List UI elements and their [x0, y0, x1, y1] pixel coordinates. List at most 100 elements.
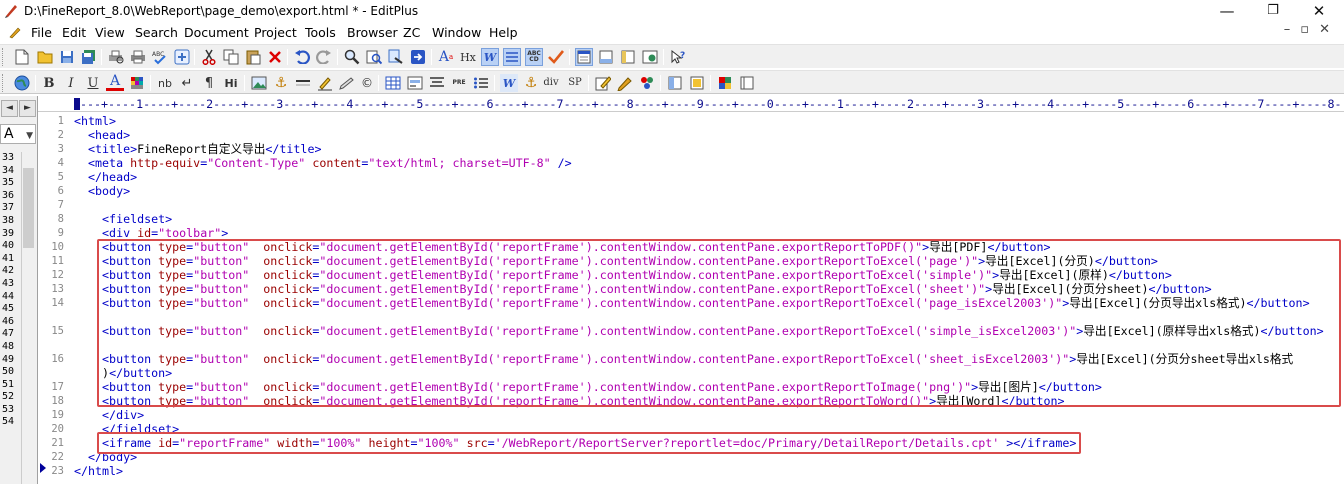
- code-line[interactable]: </div>: [74, 408, 144, 422]
- undo-icon[interactable]: [293, 48, 311, 66]
- code-line[interactable]: </head>: [74, 170, 137, 184]
- save-icon[interactable]: [58, 48, 76, 66]
- code-line[interactable]: <meta http-equiv="Content-Type" content=…: [74, 156, 572, 170]
- menu-help[interactable]: Help: [489, 25, 518, 40]
- html-toolbar-icon-c[interactable]: [716, 74, 734, 92]
- code-line[interactable]: <fieldset>: [74, 212, 172, 226]
- ruler-toggle-icon[interactable]: ABC CD: [525, 48, 543, 66]
- doc-minimize-button[interactable]: –: [1284, 22, 1301, 37]
- side-prev-button[interactable]: ◄: [1, 100, 18, 117]
- code-line[interactable]: <title>FineReport自定义导出</title>: [74, 142, 321, 156]
- html-toolbar-icon-a[interactable]: [666, 74, 684, 92]
- paste-icon[interactable]: [244, 48, 262, 66]
- list-item[interactable]: 47: [0, 328, 20, 341]
- redo-icon[interactable]: [315, 48, 333, 66]
- side-next-button[interactable]: ►: [19, 100, 36, 117]
- hex-viewer-icon[interactable]: Hx: [459, 48, 477, 66]
- font-color-icon[interactable]: A: [106, 74, 124, 91]
- list-item[interactable]: 53: [0, 404, 20, 417]
- list-item[interactable]: 35: [0, 177, 20, 190]
- list-item[interactable]: 46: [0, 316, 20, 329]
- toolbar-grip[interactable]: [2, 48, 5, 66]
- list-item[interactable]: 49: [0, 354, 20, 367]
- table-icon[interactable]: [384, 74, 402, 92]
- print-icon[interactable]: [129, 48, 147, 66]
- list-item[interactable]: 41: [0, 253, 20, 266]
- document-edit-icon[interactable]: [7, 25, 22, 40]
- list-item[interactable]: 43: [0, 278, 20, 291]
- menu-window[interactable]: Window: [432, 25, 481, 40]
- code-line[interactable]: <head>: [74, 128, 130, 142]
- cliptext-window-icon[interactable]: [619, 48, 637, 66]
- doc-restore-button[interactable]: ▫: [1300, 22, 1319, 37]
- line-numbers-icon[interactable]: [503, 48, 521, 66]
- output-window-icon[interactable]: [597, 48, 615, 66]
- italic-icon[interactable]: I: [62, 74, 80, 92]
- word-wrap-icon[interactable]: W: [481, 48, 499, 66]
- list-item[interactable]: 52: [0, 391, 20, 404]
- help-cursor-icon[interactable]: ?: [669, 48, 687, 66]
- color-palette-icon[interactable]: [128, 74, 146, 92]
- list-item[interactable]: 39: [0, 228, 20, 241]
- list-item[interactable]: 34: [0, 165, 20, 178]
- replace-icon[interactable]: [365, 48, 383, 66]
- delete-icon[interactable]: [266, 48, 284, 66]
- menu-search[interactable]: Search: [135, 25, 178, 40]
- editplus-app-icon[interactable]: [4, 3, 19, 18]
- print-preview-icon[interactable]: [107, 48, 125, 66]
- close-button[interactable]: ✕: [1296, 0, 1342, 22]
- list-item[interactable]: 44: [0, 291, 20, 304]
- save-all-icon[interactable]: [79, 48, 97, 66]
- doc-close-button[interactable]: ✕: [1319, 22, 1340, 37]
- toolbar-grip[interactable]: [2, 74, 5, 92]
- anchor2-icon[interactable]: ⚓: [522, 74, 540, 92]
- list-item[interactable]: 36: [0, 190, 20, 203]
- menu-project[interactable]: Project: [254, 25, 297, 40]
- paragraph-icon[interactable]: ¶: [200, 74, 218, 92]
- find-icon[interactable]: [343, 48, 361, 66]
- horizontal-rule-icon[interactable]: [294, 74, 312, 92]
- menu-document[interactable]: Document: [184, 25, 249, 40]
- edit-tag-icon[interactable]: [594, 74, 612, 92]
- menu-zc[interactable]: ZC: [403, 25, 420, 40]
- code-line[interactable]: <div id="toolbar">: [74, 226, 228, 240]
- menu-view[interactable]: View: [95, 25, 125, 40]
- list-item[interactable]: 38: [0, 215, 20, 228]
- html-toolbar-icon-d[interactable]: [738, 74, 756, 92]
- font-icon[interactable]: Aa: [437, 48, 455, 66]
- list-item[interactable]: 33: [0, 152, 20, 165]
- code-line[interactable]: <html>: [74, 114, 116, 128]
- code-line[interactable]: <body>: [74, 184, 130, 198]
- code-editor[interactable]: 1 2 3 4 5 6 7 8 9 10 11 12 13 14 15 16 17 18 19 20 21 22 23 <h…: [38, 112, 1344, 484]
- nbsp-icon[interactable]: nb: [156, 74, 174, 92]
- heading-icon[interactable]: Hi: [222, 74, 240, 92]
- span-tag-icon[interactable]: SP: [566, 74, 584, 92]
- open-folder-icon[interactable]: [36, 48, 54, 66]
- check-mark-icon[interactable]: [547, 48, 565, 66]
- div-tag-icon[interactable]: div: [542, 74, 560, 92]
- new-file-icon[interactable]: [13, 48, 31, 66]
- list-item[interactable]: 45: [0, 303, 20, 316]
- list-icon[interactable]: [472, 74, 490, 92]
- align-icon[interactable]: [428, 74, 446, 92]
- side-scrollbar-thumb[interactable]: [23, 168, 34, 248]
- image-icon[interactable]: [250, 74, 268, 92]
- menu-tools[interactable]: Tools: [305, 25, 336, 40]
- form-icon[interactable]: [406, 74, 424, 92]
- find-in-files-icon[interactable]: [387, 48, 405, 66]
- directory-window-icon[interactable]: [575, 48, 593, 66]
- code-line[interactable]: </html>: [74, 464, 123, 478]
- browser-preview-icon[interactable]: [641, 48, 659, 66]
- directory-icon[interactable]: [173, 48, 191, 66]
- highlight-pen-icon[interactable]: [316, 74, 334, 92]
- menu-browser[interactable]: Browser: [347, 25, 398, 40]
- line-break-icon[interactable]: ↵: [178, 74, 196, 92]
- preformatted-icon[interactable]: PRE: [450, 74, 468, 92]
- html-toolbar-icon-b[interactable]: [688, 74, 706, 92]
- list-item[interactable]: 51: [0, 379, 20, 392]
- wordpad-icon[interactable]: W: [500, 74, 518, 92]
- minimize-button[interactable]: —: [1204, 0, 1250, 22]
- menu-edit[interactable]: Edit: [62, 25, 86, 40]
- list-item[interactable]: 48: [0, 341, 20, 354]
- font-selector[interactable]: A ▼: [0, 124, 36, 144]
